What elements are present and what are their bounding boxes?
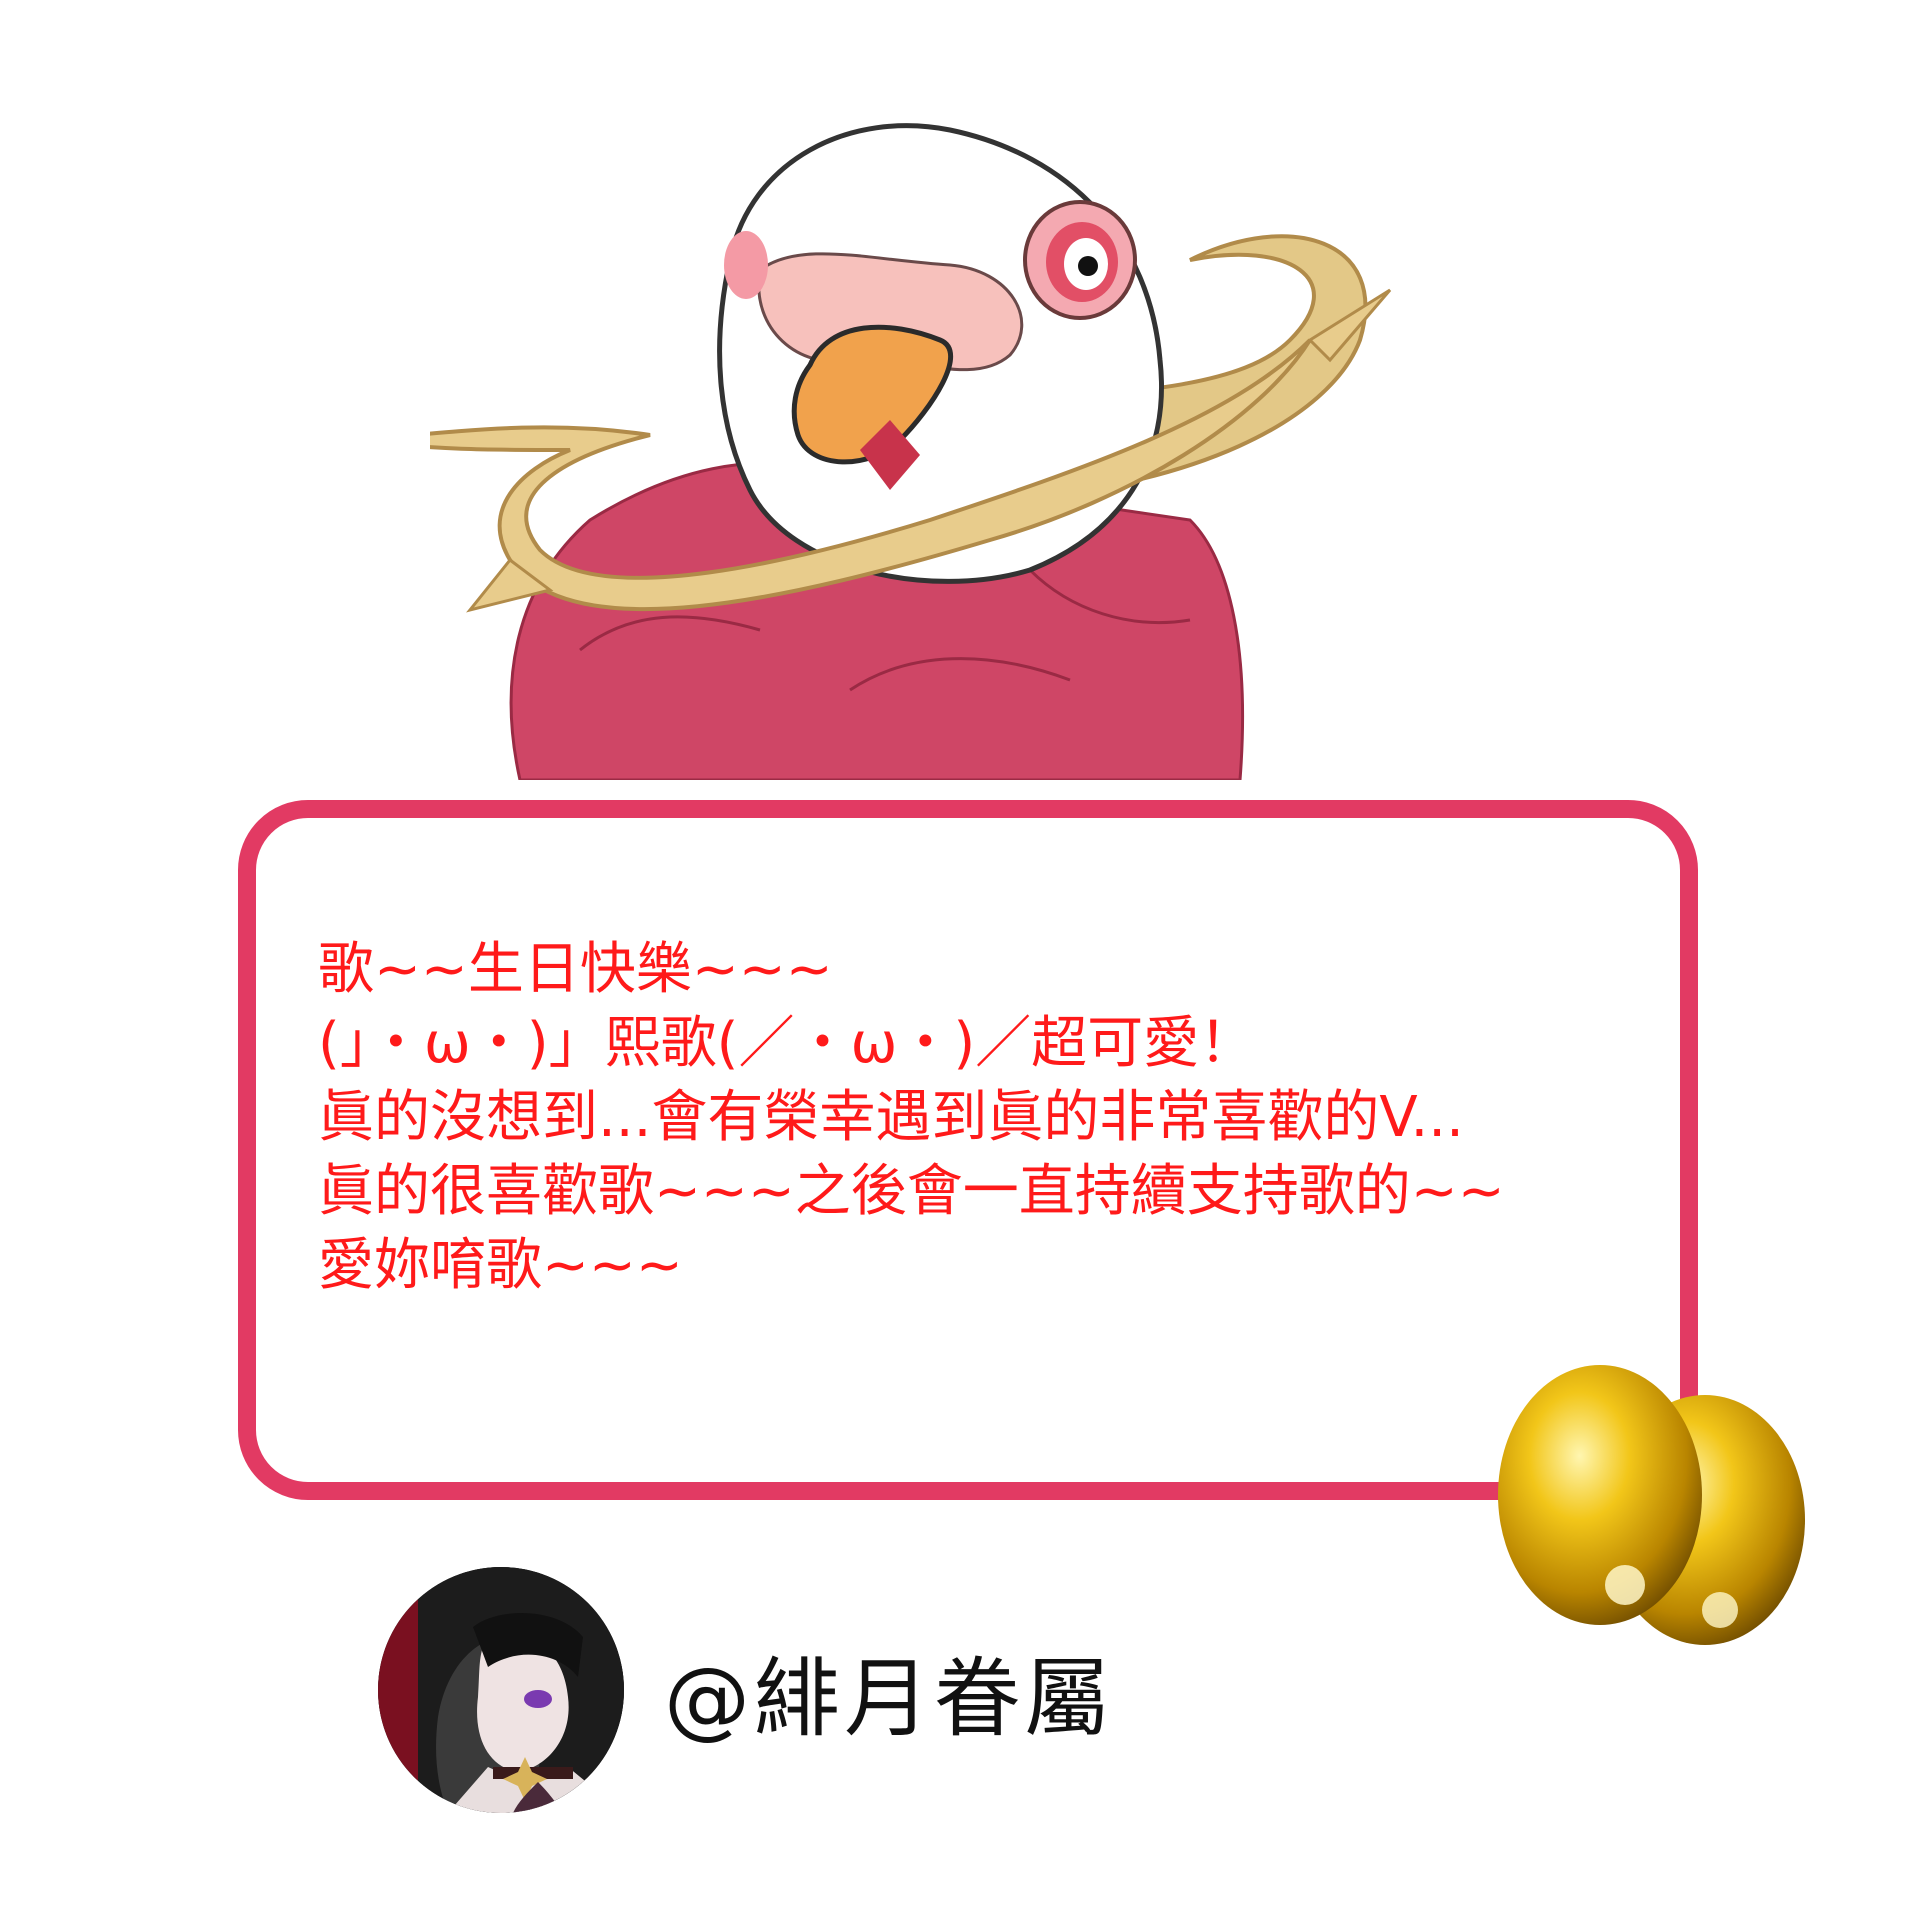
message-line: (」・ω・)」熙歌(／・ω・)／超可愛！ bbox=[318, 1011, 1256, 1076]
golden-eggs-icon bbox=[1498, 1365, 1805, 1645]
message-line: 眞的沒想到...會有榮幸遇到眞的非常喜歡的V... bbox=[318, 1085, 1464, 1150]
bird-illustration bbox=[430, 123, 1392, 780]
message-card: 歌~~生日快樂~~~ (」・ω・)」熙歌(／・ω・)／超可愛！ 眞的沒想到...… bbox=[238, 800, 1698, 1500]
avatar-portrait-icon bbox=[378, 1567, 624, 1813]
message-line: 眞的很喜歡歌~~~之後會一直持續支持歌的~~ bbox=[318, 1159, 1505, 1224]
message-line: 歌~~生日快樂~~~ bbox=[318, 937, 833, 1002]
author-row: @緋月眷屬 bbox=[378, 1565, 1114, 1815]
author-handle: @緋月眷屬 bbox=[664, 1648, 1114, 1749]
avatar[interactable] bbox=[378, 1567, 624, 1813]
message-text: 歌~~生日快樂~~~ (」・ω・)」熙歌(／・ω・)／超可愛！ 眞的沒想到...… bbox=[318, 933, 1640, 1303]
message-line: 愛妳唷歌~~~ bbox=[318, 1233, 683, 1298]
